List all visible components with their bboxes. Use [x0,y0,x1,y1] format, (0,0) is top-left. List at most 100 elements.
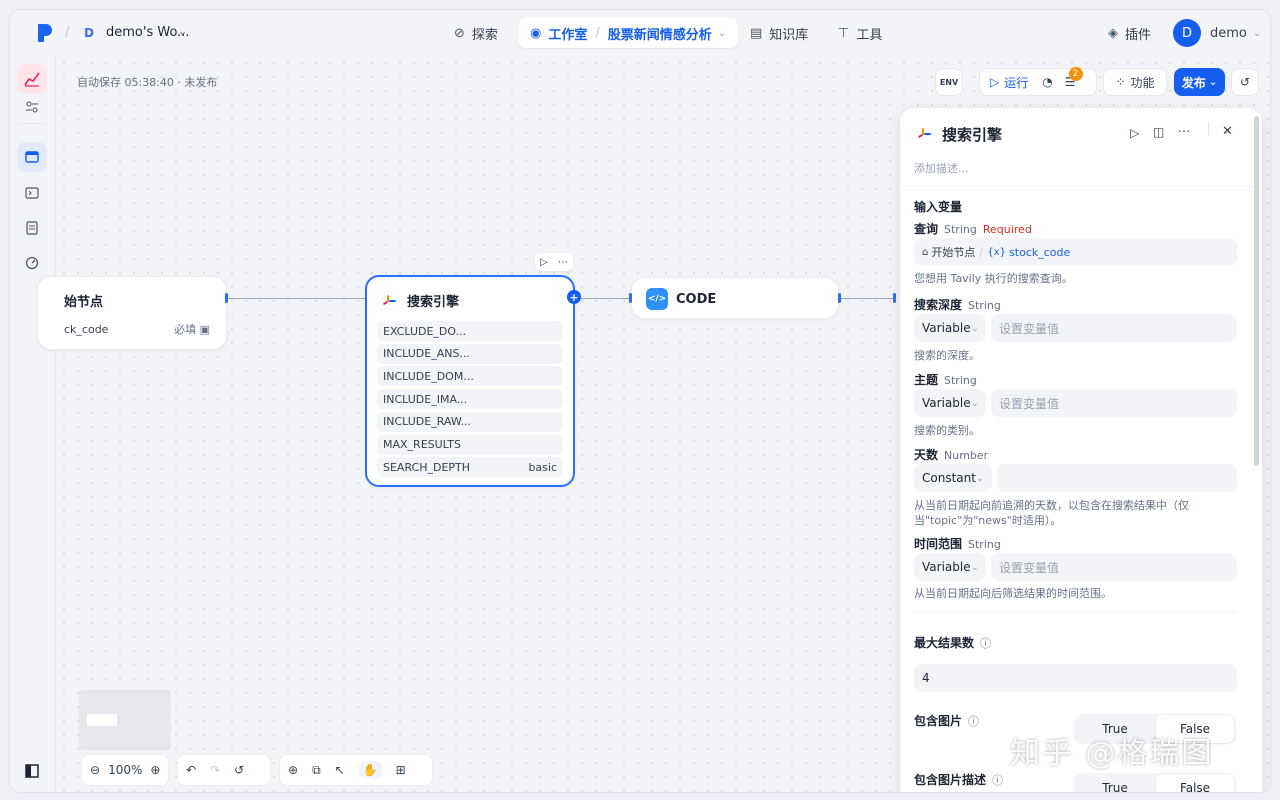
run-node-icon[interactable]: ▷ [540,257,548,268]
code-icon: </> [646,288,668,310]
divider [900,186,1262,187]
divider [914,611,1237,612]
nav-studio[interactable]: ◉ 工作室 / 股票新闻情感分析 ⌄ [518,18,739,48]
chevron-down-icon: ⌄ [1208,76,1218,88]
max-results-input[interactable]: 4 [914,664,1237,692]
zoom-level[interactable]: 100% [108,763,142,777]
publish-button[interactable]: 发布 ⌄ [1174,68,1225,96]
panel-title[interactable]: 搜索引擎 [942,124,1002,145]
info-icon[interactable]: ⓘ [968,715,979,728]
home-icon: ⌂ [922,246,929,258]
robot-icon: ◉ [530,25,542,41]
days-mode-select[interactable]: Constant ⌄ [914,464,992,492]
redo-icon[interactable]: ↷ [210,763,220,777]
sidebar-toggle-icon[interactable] [17,756,47,786]
chevron-down-icon[interactable]: ⌄ [718,28,726,39]
query-input[interactable]: ⌂ 开始节点 / {x} stock_code [914,238,1237,266]
orchestrate-icon[interactable] [17,142,47,172]
chevron-down-icon: ⌄ [970,397,979,409]
time-range-value-input[interactable]: 设置变量值 [991,553,1237,581]
zoom-out-icon[interactable]: ⊖ [90,763,100,777]
zoom-in-icon[interactable]: ⊕ [150,763,160,777]
watermark: 知乎 @格瑞图 [1010,736,1214,771]
pointer-icon[interactable]: ↖ [335,763,345,777]
topic-mode-select[interactable]: Variable ⌄ [914,389,986,417]
settings-sliders-icon[interactable] [17,92,47,122]
info-icon[interactable]: ⓘ [980,637,991,650]
search-node-field-row: INCLUDE_RAW... [377,411,563,432]
nav-studio-label[interactable]: 工作室 [548,24,587,43]
nav-explore[interactable]: ⊘ 探索 [454,18,498,48]
organize-icon[interactable]: ⊞ [396,763,406,777]
chevron-down-icon: ⌄ [975,472,985,484]
topic-value-input[interactable]: 设置变量值 [991,389,1237,417]
days-value-input[interactable] [997,464,1237,492]
next-node-input-port[interactable] [893,293,896,303]
autosave-status: 自动保存 05:38:40 · 未发布 [77,76,218,89]
code-node-title-row: </> CODE [646,288,716,310]
depth-value-input[interactable]: 设置变量值 [991,314,1237,342]
depth-mode-select[interactable]: Variable ⌄ [914,314,986,342]
monitor-gauge-icon[interactable] [17,248,47,278]
features-button[interactable]: ⁘ 功能 [1103,68,1167,96]
hand-icon[interactable]: ✋ [358,761,382,779]
search-node-field-row: MAX_RESULTS [377,434,563,455]
history-icon[interactable]: ↺ [234,763,244,777]
help-doc-icon[interactable]: ◫ [1153,125,1164,139]
search-node[interactable]: 搜索引擎 EXCLUDE_DO... INCLUDE_ANS... INCLUDE_… [365,275,575,487]
checklist-icon[interactable]: ☰ 2 [1065,67,1083,89]
search-node-field-row: INCLUDE_DOM... [377,366,563,387]
app-logo[interactable] [38,24,52,42]
book-icon: ▤ [750,25,763,41]
depth-hint: 搜索的深度。 [914,349,980,362]
start-node-var-row: ck_code 必填 ▣ [58,319,216,339]
run-label[interactable]: 运行 [1004,74,1028,91]
include-image-desc-true[interactable]: True [1076,774,1154,792]
code-node[interactable]: </> CODE [631,277,839,319]
logs-icon[interactable] [17,213,47,243]
chevron-down-icon[interactable]: ⌄ [178,25,187,38]
run-button-group[interactable]: ▷ 运行 ◔ ☰ 2 [979,67,1097,96]
panel-scrollbar[interactable] [1254,116,1259,466]
start-node[interactable]: 始节点 ck_code 必填 ▣ [37,276,227,350]
inputs-section-title: 输入变量 [914,200,963,214]
chart-icon[interactable] [17,64,47,94]
query-source-node: 开始节点 [931,246,976,259]
nav-knowledge-label: 知识库 [769,27,809,43]
info-icon[interactable]: ⓘ [992,774,1003,787]
history-clock-icon[interactable]: ◔ [1042,75,1052,89]
chevron-down-icon: ⌄ [1252,27,1262,39]
run-step-icon[interactable]: ▷ [1130,126,1139,140]
terminal-icon[interactable] [17,178,47,208]
user-menu[interactable]: D demo ⌄ [1173,19,1261,47]
version-history-button[interactable]: ↺ [1231,68,1259,96]
add-node-plus-icon[interactable]: + [567,290,581,304]
field-name: INCLUDE_RAW... [383,415,471,429]
add-note-icon[interactable]: ⧉ [312,763,321,778]
nav-plugins[interactable]: ◈ 插件 [1108,18,1151,48]
time-range-label: 时间范围 String [914,537,1001,551]
description-input[interactable]: 添加描述... [914,160,969,176]
nav-tools[interactable]: ⊤ 工具 [838,18,882,48]
topic-label: 主题 String [914,373,977,387]
more-icon[interactable]: ⋯ [1178,124,1190,138]
publish-label: 发布 [1181,75,1206,90]
search-node-field-row: INCLUDE_ANS... [377,343,563,364]
add-block-icon[interactable]: ⊕ [288,763,298,777]
env-button[interactable]: ENV [935,68,963,96]
undo-icon[interactable]: ↶ [186,763,196,777]
time-range-mode-select[interactable]: Variable ⌄ [914,553,986,581]
minimap[interactable] [79,690,171,750]
history-icon: ↺ [1239,75,1251,89]
workspace-avatar: D [84,26,94,40]
topic-hint: 搜索的类别。 [914,424,980,437]
query-label: 查询 String Required [914,222,1032,236]
close-icon[interactable]: ✕ [1222,124,1233,139]
search-node-mini-toolbar: ▷ ⋯ [535,253,573,271]
nav-knowledge[interactable]: ▤ 知识库 [750,18,808,48]
app-switcher[interactable]: 股票新闻情感分析 [608,24,712,43]
field-name: INCLUDE_DOM... [383,369,474,383]
code-node-input-port[interactable] [629,293,632,303]
include-image-desc-false[interactable]: False [1156,774,1234,792]
more-icon[interactable]: ⋯ [558,257,568,268]
